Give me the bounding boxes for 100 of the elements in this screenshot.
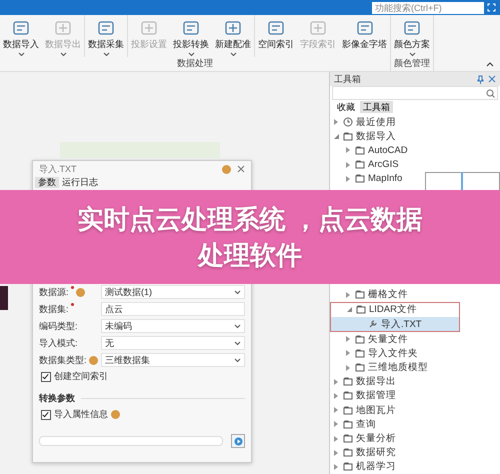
tool-icon: [181, 19, 201, 37]
expand-arrow-icon[interactable]: [334, 378, 338, 385]
tree-item[interactable]: 矢量分析: [330, 431, 500, 446]
tree-item[interactable]: ArcGIS: [330, 158, 500, 172]
ribbon-button[interactable]: 投影转换: [170, 15, 212, 57]
search-field[interactable]: [332, 86, 498, 100]
search-field[interactable]: 功能搜索(Ctrl+F): [372, 2, 484, 14]
tool-icon: [308, 19, 328, 37]
tree-item[interactable]: MapInfo: [330, 172, 500, 186]
tree-item[interactable]: 地图瓦片: [330, 403, 500, 418]
folder-icon: [355, 363, 365, 372]
dropdown[interactable]: 未编码: [101, 319, 245, 333]
tree-item[interactable]: 数据研究: [330, 446, 500, 460]
pin-icon[interactable]: [477, 74, 484, 84]
section-title: 转换参数: [39, 392, 75, 405]
help-icon[interactable]: [76, 288, 85, 296]
field-label: 数据集类型:: [39, 354, 87, 366]
checkbox-label: 导入属性信息: [54, 408, 108, 421]
collapse-arrow-icon[interactable]: [347, 307, 352, 312]
folder-icon: [355, 146, 365, 155]
tree-item[interactable]: 导入.TXT: [331, 316, 459, 332]
tool-icon: [354, 19, 374, 37]
tree-item[interactable]: 导入文件夹: [330, 346, 500, 360]
folder-icon: [343, 462, 353, 472]
expand-arrow-icon[interactable]: [346, 147, 350, 154]
tree-item[interactable]: 查询: [330, 417, 500, 432]
tree-item[interactable]: 矢量文件: [330, 332, 500, 346]
tree-item[interactable]: 机器学习: [330, 460, 500, 474]
expand-arrow-icon[interactable]: [346, 176, 350, 182]
checkbox[interactable]: [41, 372, 51, 382]
tree-item[interactable]: LIDAR文件: [331, 302, 459, 317]
search-icon: [486, 88, 495, 98]
close-icon[interactable]: [237, 165, 245, 173]
expand-arrow-icon[interactable]: [334, 119, 338, 126]
ribbon-button[interactable]: 空间索引: [254, 15, 297, 57]
tree-item[interactable]: 数据导入: [330, 129, 500, 144]
dropdown[interactable]: 测试数据(1): [101, 285, 245, 299]
expand-arrow-icon[interactable]: [334, 421, 338, 428]
folder-icon: [343, 391, 353, 400]
expand-arrow-icon[interactable]: [334, 392, 338, 399]
expand-arrow-icon[interactable]: [346, 292, 350, 298]
play-icon: [234, 436, 242, 446]
checkbox[interactable]: [41, 410, 51, 420]
banner-title: 实时点云处理系统 ，点云数据: [77, 203, 423, 236]
tree-item[interactable]: AutoCAD: [330, 143, 500, 158]
tool-icon: [266, 19, 286, 37]
chevron-down-icon: [234, 290, 241, 294]
chevron-down-icon: [18, 52, 24, 57]
chevron-down-icon: [408, 52, 416, 57]
dropdown[interactable]: 无: [101, 336, 245, 350]
ribbon-button[interactable]: 颜色方案: [391, 15, 433, 57]
dialog-tab[interactable]: 运行日志: [59, 177, 101, 188]
run-button[interactable]: [231, 434, 245, 448]
ribbon-button[interactable]: 影像金字塔: [339, 15, 390, 57]
tool-icon: [53, 19, 73, 37]
panel-tab[interactable]: 工具箱: [360, 101, 393, 113]
expand-arrow-icon[interactable]: [346, 162, 350, 168]
tree-item[interactable]: 三维地质模型: [330, 360, 500, 375]
tree-item[interactable]: 栅格文件: [330, 288, 500, 302]
chevron-down-icon: [188, 52, 194, 57]
tree-item[interactable]: 数据导出: [330, 374, 500, 389]
ribbon-button[interactable]: 数据采集: [84, 15, 127, 57]
dropdown[interactable]: 三维数据集: [101, 353, 245, 367]
panel-title: 工具箱: [334, 72, 362, 86]
collapse-icon[interactable]: [486, 62, 494, 67]
help-icon[interactable]: [111, 410, 120, 419]
panel-tab[interactable]: 收藏: [334, 101, 358, 113]
help-icon[interactable]: [222, 164, 231, 174]
tool-icon: [11, 19, 31, 37]
photo-placeholder: [0, 286, 8, 310]
help-icon[interactable]: [88, 356, 98, 364]
tree-item[interactable]: 最近使用: [330, 115, 500, 130]
folder-icon: [355, 174, 365, 184]
tool-icon: [402, 19, 422, 37]
group-label: 颜色管理: [393, 57, 431, 70]
tree-item[interactable]: 数据管理: [330, 388, 500, 404]
folder-icon: [343, 434, 353, 444]
expand-arrow-icon[interactable]: [334, 436, 338, 442]
close-icon[interactable]: [488, 75, 496, 83]
chevron-down-icon: [234, 324, 241, 328]
expand-icon[interactable]: [487, 3, 496, 12]
collapse-arrow-icon[interactable]: [334, 134, 339, 139]
expand-arrow-icon[interactable]: [334, 464, 338, 470]
expand-arrow-icon[interactable]: [346, 364, 350, 371]
folder-icon: [343, 448, 353, 458]
folder-icon: [355, 160, 365, 170]
field-label: 数据源:: [39, 286, 69, 298]
folder-icon: [343, 420, 353, 429]
wrench-icon: [368, 319, 378, 330]
expand-arrow-icon[interactable]: [334, 450, 338, 456]
expand-arrow-icon[interactable]: [346, 336, 350, 342]
expand-arrow-icon[interactable]: [346, 350, 350, 356]
input-field[interactable]: 点云: [101, 302, 245, 316]
banner-title: 处理软件: [198, 239, 302, 272]
expand-arrow-icon[interactable]: [334, 407, 338, 414]
dialog-tab[interactable]: 参数: [35, 177, 59, 188]
tool-icon: [139, 19, 159, 37]
ribbon-button[interactable]: 数据导入: [0, 15, 42, 57]
ribbon-button[interactable]: 新建配准: [212, 15, 254, 57]
chevron-down-icon: [102, 52, 110, 57]
